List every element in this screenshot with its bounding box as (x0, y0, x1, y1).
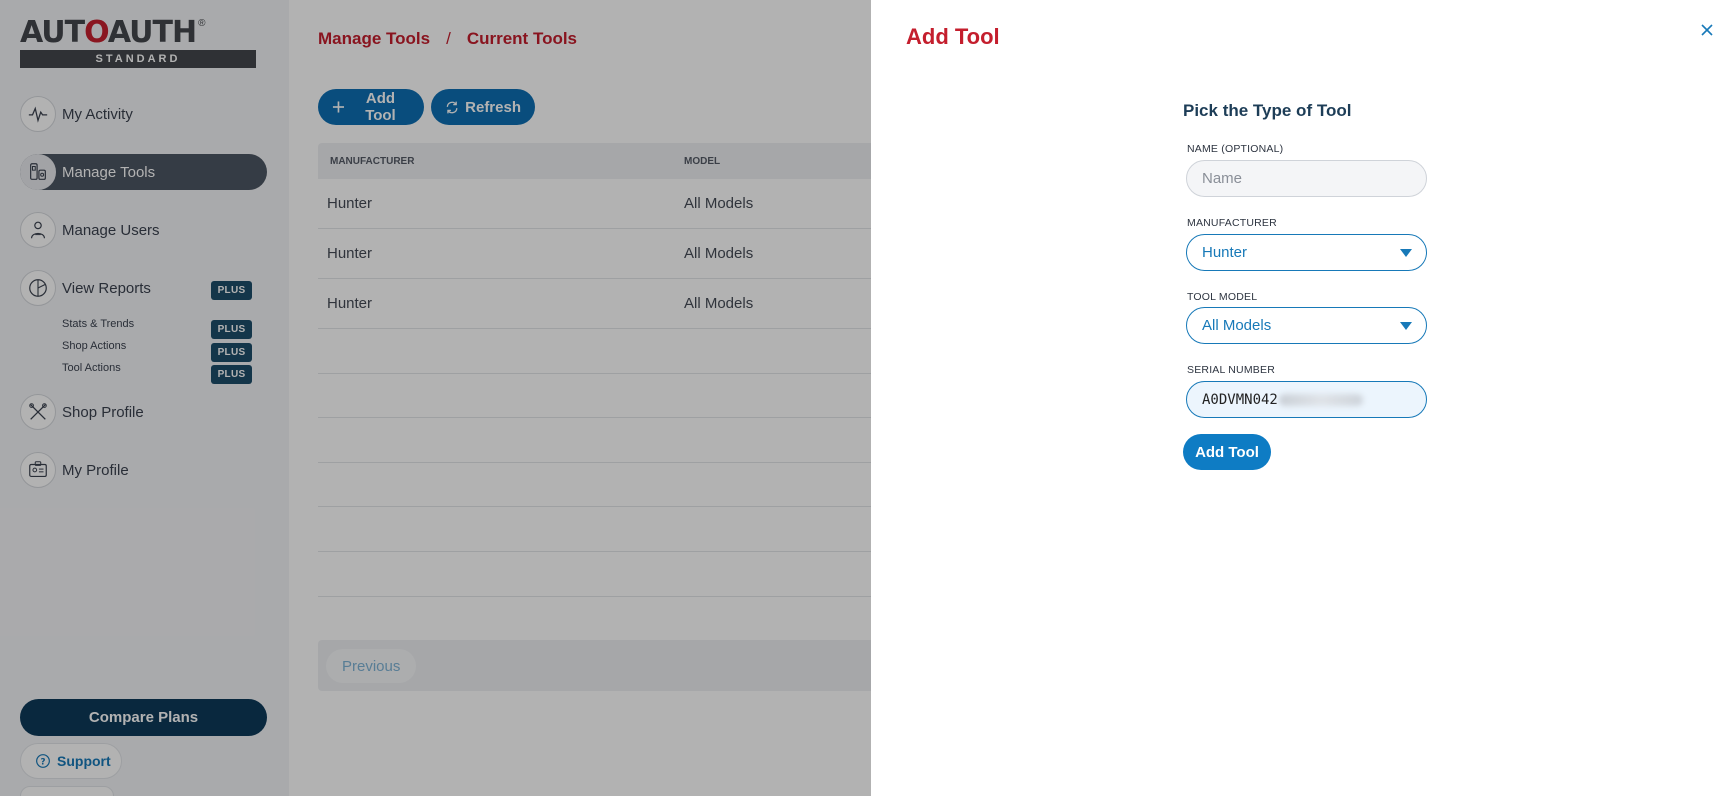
manufacturer-label: MANUFACTURER (1187, 217, 1277, 229)
add-tool-drawer: Add Tool Pick the Type of Tool NAME (OPT… (871, 0, 1736, 796)
drawer-title: Add Tool (906, 24, 1000, 49)
serial-number-label: SERIAL NUMBER (1187, 364, 1275, 376)
serial-number-input[interactable]: A0DVMN042 (1186, 381, 1427, 418)
tool-model-value: All Models (1202, 317, 1272, 334)
chevron-down-icon (1400, 249, 1412, 257)
serial-number-value: A0DVMN042 (1202, 391, 1278, 408)
form-title: Pick the Type of Tool (1183, 101, 1352, 120)
serial-number-redacted (1278, 393, 1363, 406)
submit-add-tool-button[interactable]: Add Tool (1183, 434, 1271, 470)
name-input[interactable] (1186, 160, 1427, 197)
close-icon[interactable] (1697, 20, 1717, 40)
tool-model-label: TOOL MODEL (1187, 291, 1258, 303)
chevron-down-icon (1400, 322, 1412, 330)
modal-backdrop[interactable] (0, 0, 871, 796)
manufacturer-value: Hunter (1202, 244, 1248, 261)
manufacturer-select[interactable]: Hunter (1186, 234, 1427, 271)
tool-model-select[interactable]: All Models (1186, 307, 1427, 344)
name-label: NAME (OPTIONAL) (1187, 143, 1284, 155)
